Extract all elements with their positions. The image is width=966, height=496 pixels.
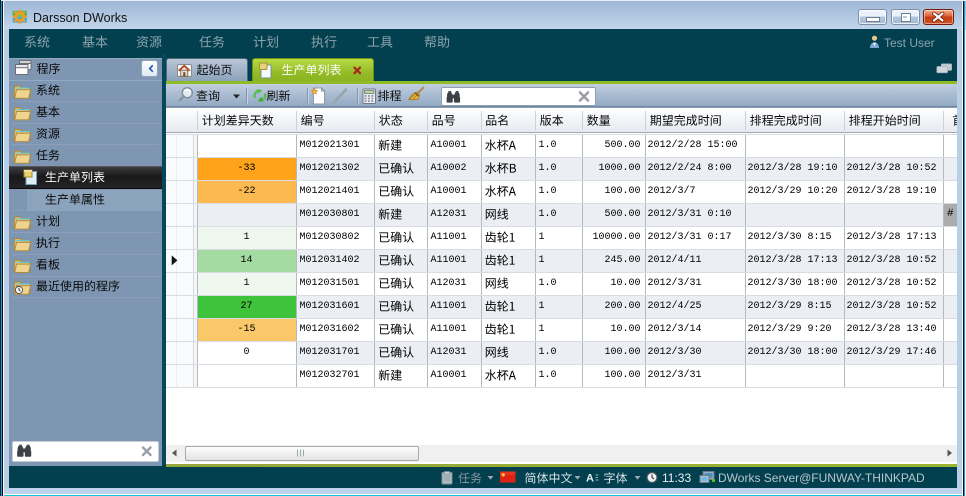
svg-text:A: A — [586, 473, 594, 485]
